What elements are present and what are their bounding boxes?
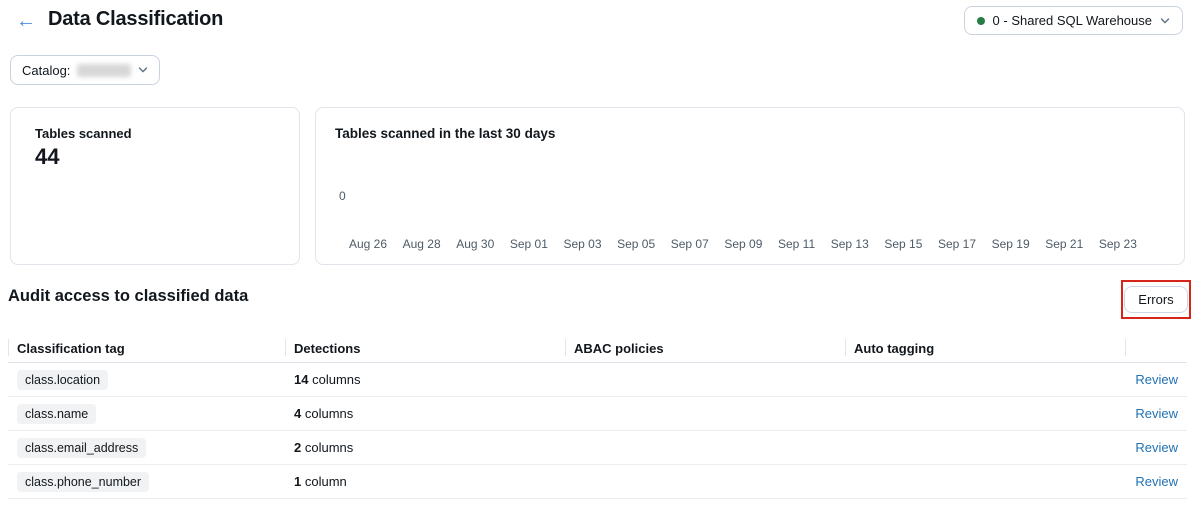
- detections-count: 4: [294, 406, 302, 421]
- table-row: class.phone_number 1 column Review: [8, 465, 1187, 499]
- catalog-filter-dropdown[interactable]: Catalog:: [10, 55, 161, 85]
- classification-tag-pill: class.location: [17, 369, 109, 390]
- tables-scanned-chart-card: Tables scanned in the last 30 days 0 Aug…: [315, 107, 1185, 265]
- errors-button[interactable]: Errors: [1124, 286, 1188, 313]
- table-row: class.email_address 2 columns Review: [8, 431, 1187, 465]
- chart-x-tick: Sep 23: [1098, 237, 1137, 251]
- page-title: Data Classification: [48, 8, 224, 30]
- chart-x-tick: Aug 26: [349, 237, 388, 251]
- detections-cell: 4 columns: [285, 406, 565, 421]
- review-link[interactable]: Review: [1135, 440, 1178, 455]
- classification-table: Classification tag Detections ABAC polic…: [8, 334, 1187, 499]
- chart-x-tick: Sep 11: [778, 237, 816, 251]
- detections-unit: columns: [304, 406, 354, 421]
- table-header-row: Classification tag Detections ABAC polic…: [8, 334, 1187, 363]
- detections-count: 1: [294, 474, 302, 489]
- chevron-down-icon: [138, 65, 148, 75]
- warehouse-selector-label: 0 - Shared SQL Warehouse: [992, 13, 1152, 28]
- detections-cell: 14 columns: [285, 372, 565, 387]
- chart-x-tick: Sep 01: [509, 237, 548, 251]
- sql-warehouse-selector[interactable]: 0 - Shared SQL Warehouse: [963, 6, 1183, 35]
- chevron-down-icon: [1160, 16, 1170, 26]
- chart-x-tick: Sep 05: [617, 237, 656, 251]
- chart-x-tick: Sep 17: [937, 237, 977, 251]
- review-link[interactable]: Review: [1135, 372, 1178, 387]
- chart-y-axis-tick: 0: [339, 189, 346, 203]
- detections-count: 14: [294, 372, 309, 387]
- chart-x-tick: Sep 19: [991, 237, 1030, 251]
- warehouse-status-dot-icon: [976, 16, 985, 25]
- data-classification-page: ← Data Classification 0 - Shared SQL War…: [0, 0, 1195, 510]
- column-header-abac-policies: ABAC policies: [565, 334, 845, 362]
- column-header-auto-tagging: Auto tagging: [845, 334, 1125, 362]
- classification-tag-pill: class.phone_number: [17, 471, 150, 492]
- review-link[interactable]: Review: [1135, 406, 1178, 421]
- detections-count: 2: [294, 440, 302, 455]
- table-row: class.location 14 columns Review: [8, 363, 1187, 397]
- tables-scanned-card: Tables scanned 44: [10, 107, 300, 265]
- tables-scanned-title: Tables scanned: [35, 126, 132, 141]
- column-header-classification-tag: Classification tag: [8, 334, 285, 362]
- chart-x-tick: Aug 30: [456, 237, 495, 251]
- detections-cell: 2 columns: [285, 440, 565, 455]
- audit-section-heading: Audit access to classified data: [8, 287, 249, 305]
- chart-x-tick: Sep 07: [670, 237, 709, 251]
- review-link[interactable]: Review: [1135, 474, 1178, 489]
- detections-unit: column: [304, 474, 347, 489]
- chart-x-tick: Sep 15: [884, 237, 923, 251]
- classification-tag-pill: class.email_address: [17, 437, 147, 458]
- column-header-actions: [1125, 334, 1187, 362]
- detections-unit: columns: [312, 372, 361, 387]
- detections-unit: columns: [304, 440, 354, 455]
- back-arrow-icon[interactable]: ←: [16, 9, 36, 33]
- chart-x-tick: Sep 21: [1045, 237, 1084, 251]
- catalog-filter-label: Catalog:: [22, 62, 71, 78]
- classification-tag-pill: class.name: [17, 403, 97, 424]
- errors-button-highlight-annotation: Errors: [1121, 280, 1191, 319]
- chart-x-axis: Aug 26 Aug 28 Aug 30 Sep 01 Sep 03 Sep 0…: [349, 237, 1137, 251]
- column-header-detections: Detections: [285, 334, 565, 362]
- tables-scanned-value: 44: [35, 144, 60, 169]
- chart-x-tick: Aug 28: [402, 237, 441, 251]
- chart-x-tick: Sep 09: [724, 237, 763, 251]
- chart-x-tick: Sep 13: [830, 237, 869, 251]
- chart-x-tick: Sep 03: [563, 237, 602, 251]
- chart-title: Tables scanned in the last 30 days: [335, 126, 556, 141]
- detections-cell: 1 column: [285, 474, 565, 489]
- table-row: class.name 4 columns Review: [8, 397, 1187, 431]
- catalog-value-redacted: [77, 63, 132, 77]
